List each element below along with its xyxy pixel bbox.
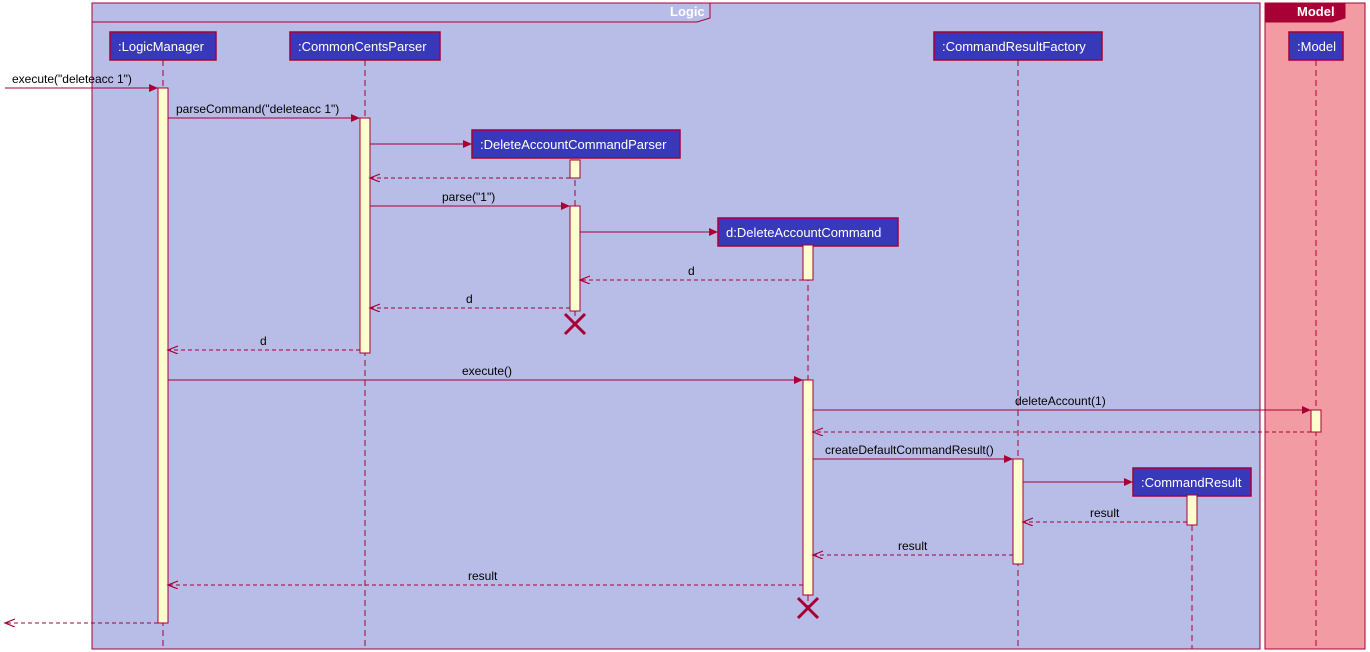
- msg-createdefaultcommandresult-label: createDefaultCommandResult(): [825, 443, 994, 457]
- model-activation: [1311, 410, 1321, 432]
- logic-frame: [92, 3, 1260, 649]
- deleteaccountcommand-activation-1: [803, 245, 813, 280]
- logicmanager-label: :LogicManager: [118, 39, 205, 54]
- model-label: :Model: [1297, 39, 1336, 54]
- msg-return-d-2-label: d: [466, 292, 473, 306]
- msg-return-d-1-label: d: [688, 264, 695, 278]
- msg-execute-deleteacc-label: execute("deleteacc 1"): [12, 72, 132, 86]
- commoncentsparser-activation: [360, 118, 370, 353]
- msg-parsecommand-label: parseCommand("deleteacc 1"): [176, 102, 339, 116]
- logic-frame-label: Logic: [670, 4, 705, 19]
- commandresultfactory-activation: [1013, 459, 1023, 564]
- commandresultfactory-label: :CommandResultFactory: [942, 39, 1086, 54]
- msg-execute-label: execute(): [462, 364, 512, 378]
- deleteaccountcommandparser-activation-1: [570, 160, 580, 178]
- model-frame-label: Model: [1297, 4, 1335, 19]
- msg-return-result-2-label: result: [898, 539, 928, 553]
- logic-frame-title-tab: [92, 3, 710, 22]
- commoncentsparser-label: :CommonCentsParser: [298, 39, 427, 54]
- commandresult-activation: [1187, 495, 1197, 525]
- msg-return-d-3-label: d: [260, 334, 267, 348]
- deleteaccountcommand-activation-2: [803, 380, 813, 595]
- logicmanager-activation: [158, 88, 168, 623]
- deleteaccountcommandparser-activation-2: [570, 206, 580, 311]
- msg-deleteaccount-label: deleteAccount(1): [1015, 394, 1106, 408]
- commandresult-label: :CommandResult: [1141, 475, 1242, 490]
- deleteaccountcommandparser-label: :DeleteAccountCommandParser: [480, 137, 667, 152]
- msg-return-result-1-label: result: [1090, 506, 1120, 520]
- sequence-diagram: Logic Model :LogicManager :CommonCentsPa…: [0, 0, 1370, 652]
- msg-return-result-3-label: result: [468, 569, 498, 583]
- model-frame: [1265, 3, 1365, 649]
- deleteaccountcommand-label: d:DeleteAccountCommand: [726, 225, 881, 240]
- msg-parse-1-label: parse("1"): [442, 190, 495, 204]
